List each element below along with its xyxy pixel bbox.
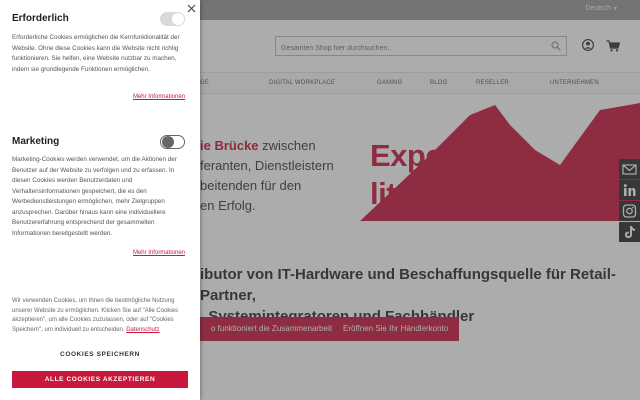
marketing-description: Marketing-Cookies werden verwendet, um d…: [12, 156, 177, 237]
marketing-title: Marketing: [12, 136, 60, 147]
toggle-knob: [172, 13, 184, 25]
toggle-knob: [162, 136, 174, 148]
close-icon[interactable]: [186, 3, 197, 14]
required-toggle[interactable]: [160, 12, 185, 26]
marketing-toggle[interactable]: [160, 135, 185, 149]
required-title: Erforderlich: [12, 13, 69, 24]
privacy-link[interactable]: Datenschutz: [126, 327, 159, 333]
marketing-more-info-link[interactable]: Mehr Informationen: [133, 250, 185, 256]
save-cookies-button[interactable]: COOKIES SPEICHERN: [12, 348, 188, 362]
cookie-consent-panel: Erforderlich Erforderliche Cookies ermög…: [0, 0, 200, 400]
required-description: Erforderliche Cookies ermöglichen die Ke…: [12, 34, 180, 73]
accept-all-cookies-button[interactable]: ALLE COOKIES AKZEPTIEREN: [12, 371, 188, 388]
required-more-info-link[interactable]: Mehr Informationen: [133, 94, 185, 100]
consent-footer-text: Wir verwenden Cookies, um Ihnen die best…: [12, 297, 192, 335]
